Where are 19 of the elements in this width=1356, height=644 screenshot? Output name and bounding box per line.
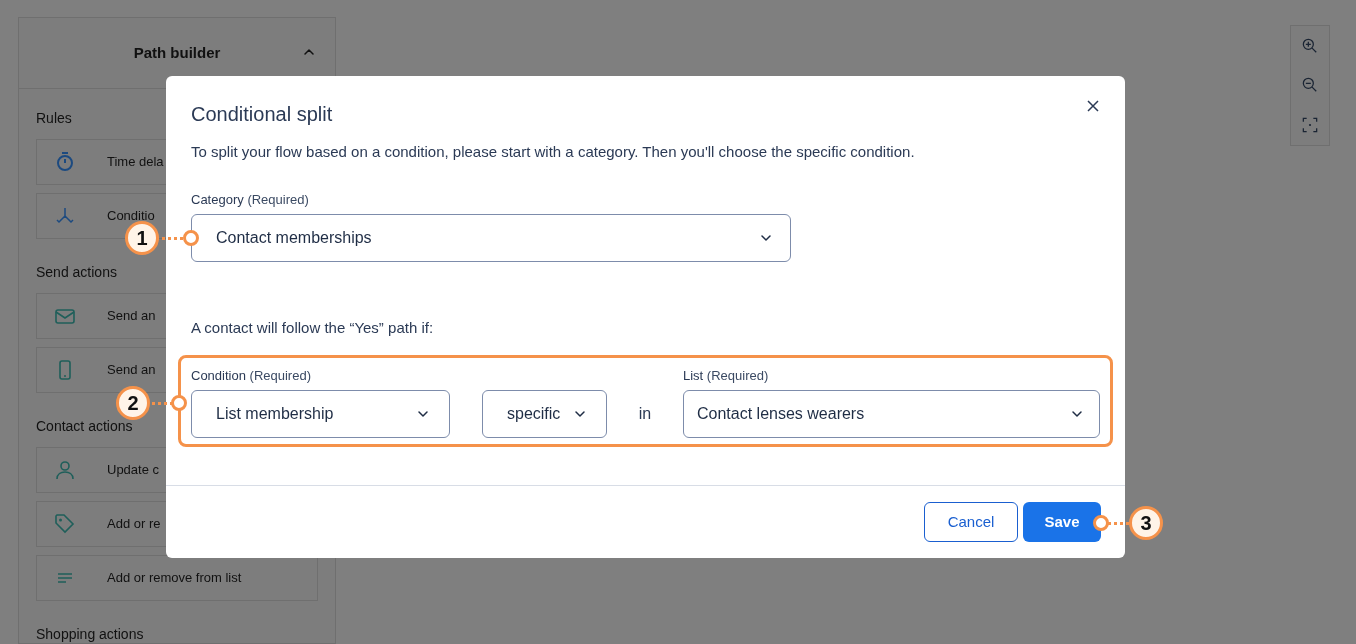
section-heading: Shopping actions bbox=[36, 627, 144, 643]
dialog-description: To split your flow based on a condition, please start with a category. Then you'll choose the specific condition. bbox=[191, 142, 916, 162]
action-label: Add or remove from list bbox=[107, 569, 242, 588]
action-label: Send an bbox=[107, 361, 156, 380]
section-heading: Contact actions bbox=[36, 419, 133, 435]
field-label: List (Required) bbox=[683, 366, 770, 384]
section-heading: Send actions bbox=[36, 265, 117, 281]
field-label: Category (Required) bbox=[191, 190, 310, 208]
section-heading: Rules bbox=[36, 111, 72, 127]
dialog-title: Conditional split bbox=[191, 102, 333, 127]
action-label: Time dela bbox=[107, 153, 164, 172]
panel-title: Path builder bbox=[133, 42, 221, 63]
action-label: Add or re bbox=[107, 515, 161, 534]
connector-text: in bbox=[638, 403, 652, 424]
action-label: Send an bbox=[107, 307, 156, 326]
step-number: 3 bbox=[1129, 506, 1163, 540]
condition-intro: A contact will follow the “Yes” path if: bbox=[191, 317, 435, 337]
field-label: Condition (Required) bbox=[191, 366, 312, 384]
action-label: Update c bbox=[107, 461, 160, 480]
